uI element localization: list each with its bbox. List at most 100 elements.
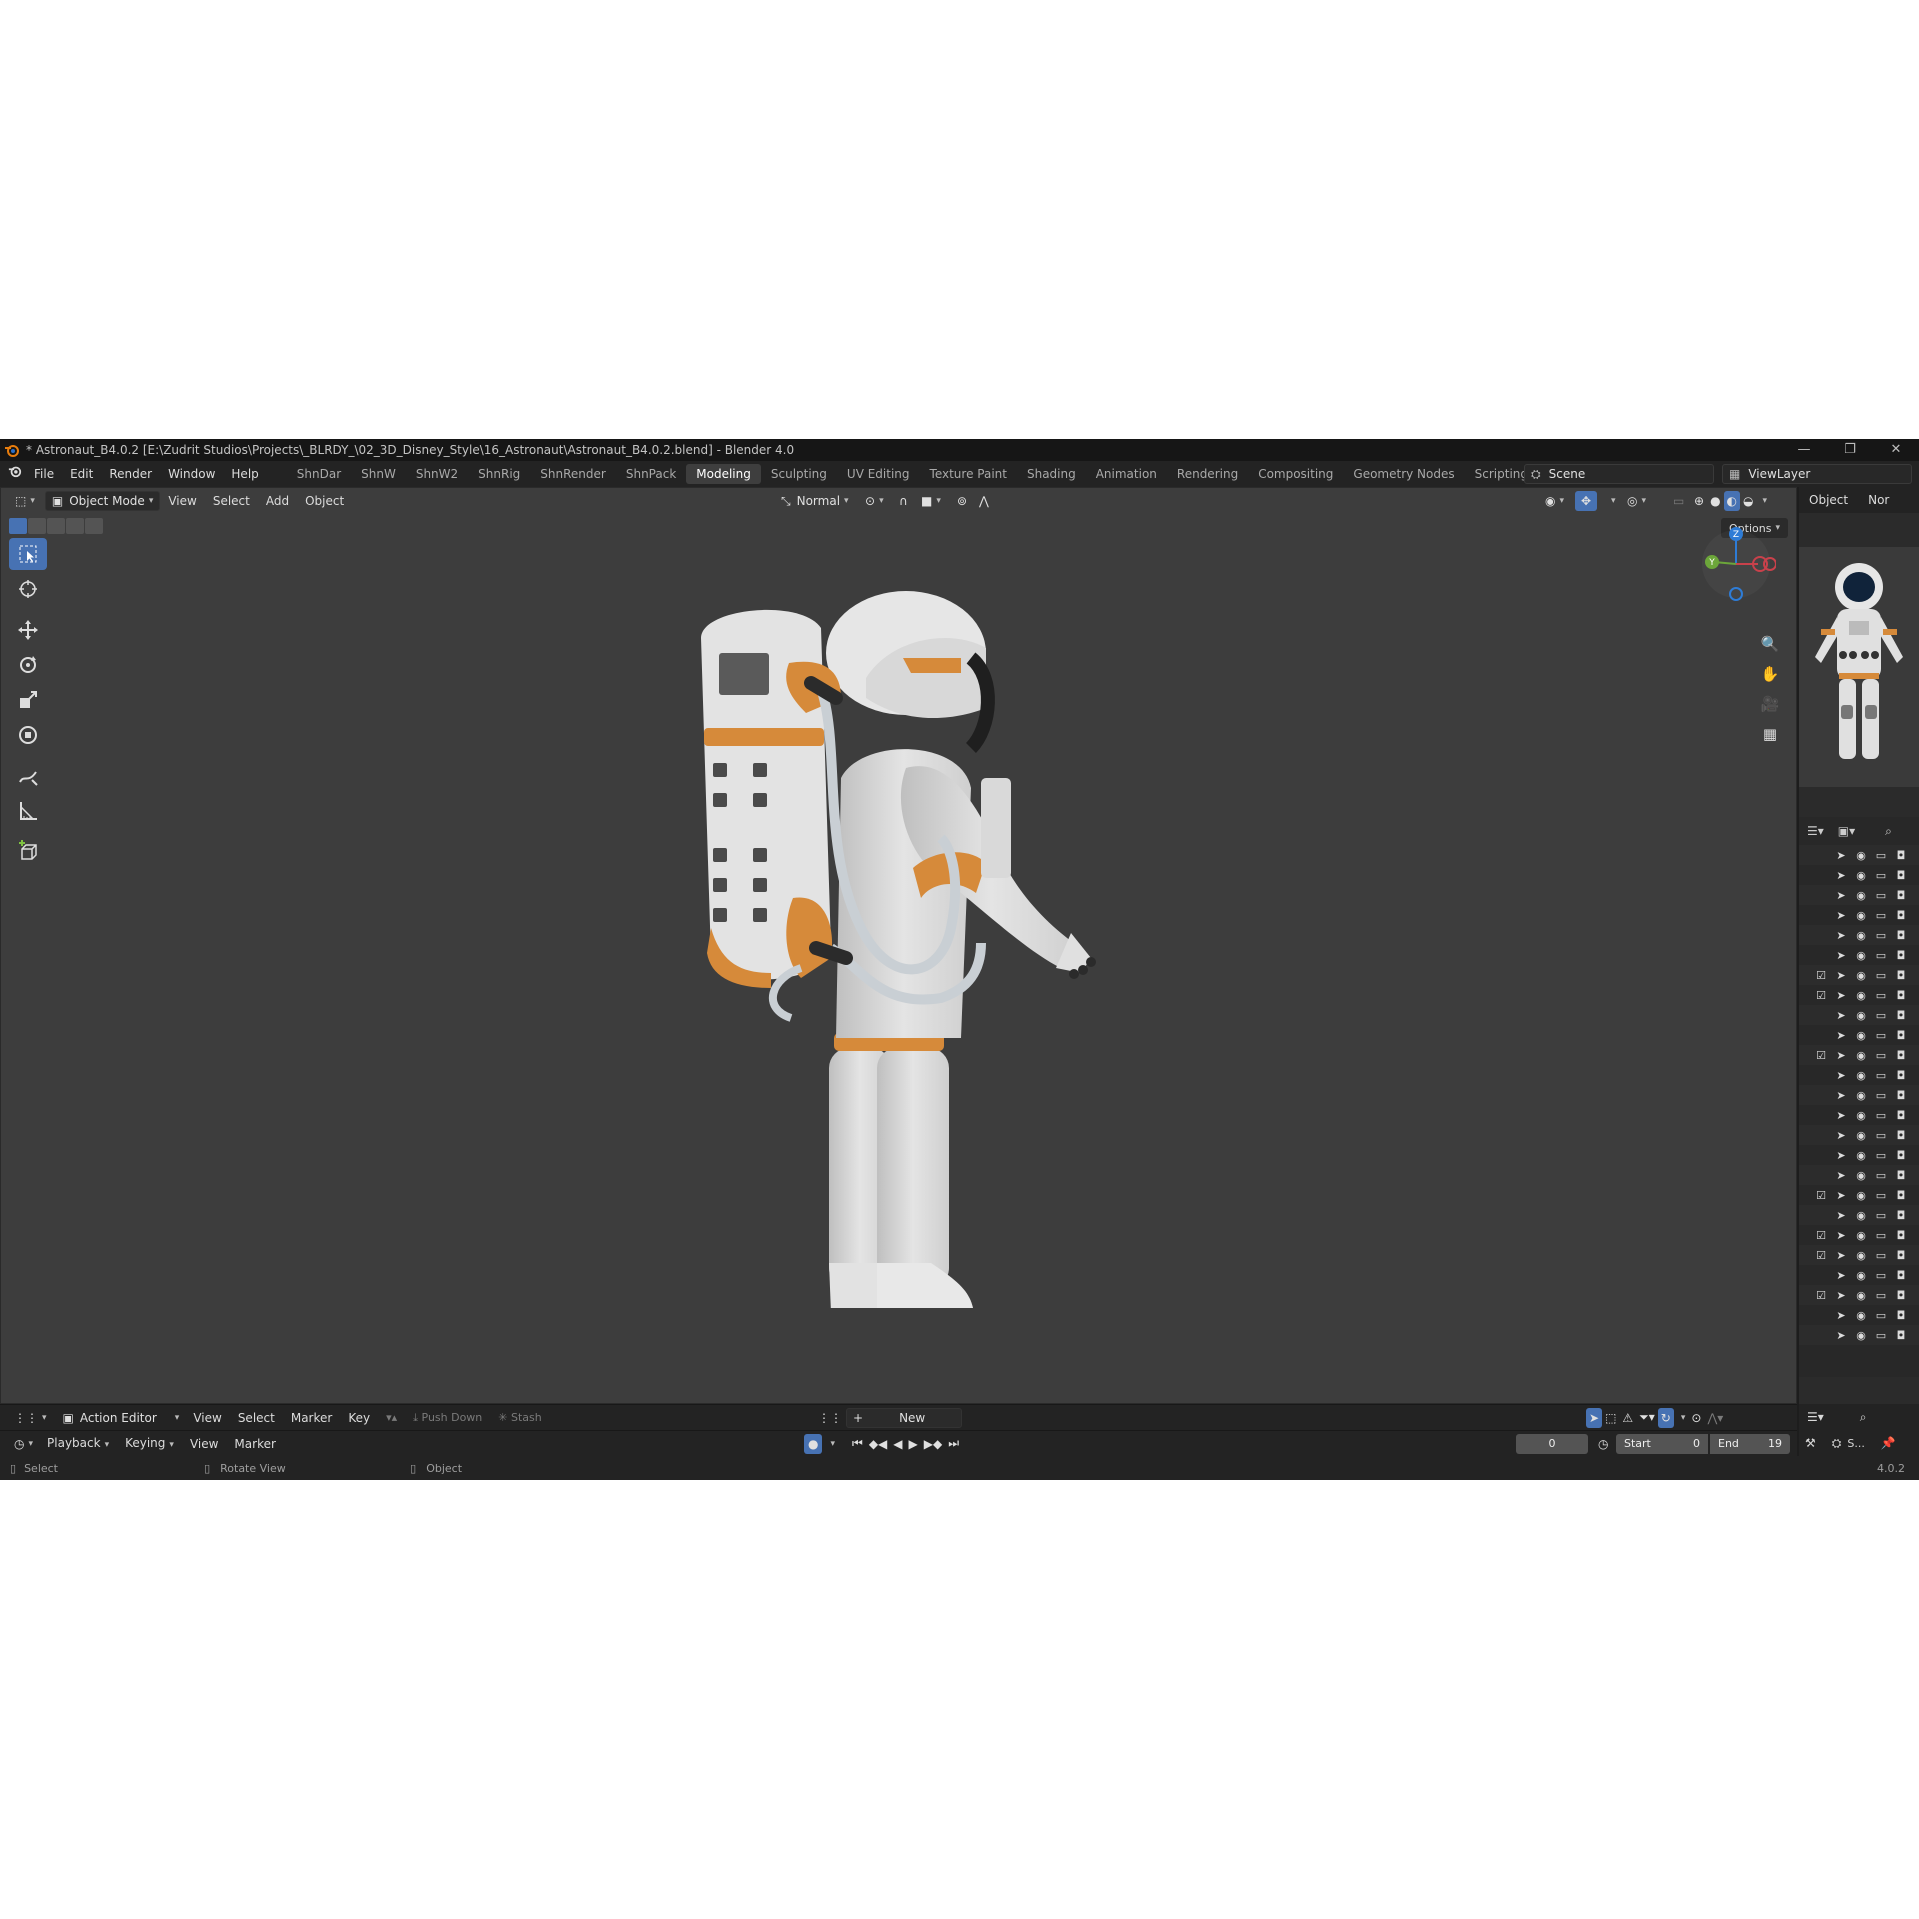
outliner-row[interactable]: ☑ ➤ ◉ ▭ ◘: [1799, 1185, 1919, 1205]
selectable-arrow-icon[interactable]: ➤: [1831, 1285, 1851, 1305]
outliner-row[interactable]: ➤ ◉ ▭ ◘: [1799, 925, 1919, 945]
falloff-curve-icon[interactable]: ⋀▾: [1704, 1408, 1726, 1428]
outliner-row[interactable]: ➤ ◉ ▭ ◘: [1799, 1085, 1919, 1105]
eye-icon[interactable]: ◉: [1851, 925, 1871, 945]
navigation-gizmo[interactable]: Z Y: [1696, 524, 1776, 604]
jump-end-icon[interactable]: ⏭: [945, 1434, 962, 1454]
rendered-shading-icon[interactable]: ◒: [1740, 491, 1756, 511]
outliner-row[interactable]: ☑ ➤ ◉ ▭ ◘: [1799, 965, 1919, 985]
monitor-icon[interactable]: ▭: [1871, 925, 1891, 945]
eye-icon[interactable]: ◉: [1851, 1065, 1871, 1085]
checkbox-icon[interactable]: [1811, 1265, 1831, 1285]
checkbox-icon[interactable]: ☑: [1811, 1045, 1831, 1065]
filter-icon[interactable]: ▣▾: [1838, 824, 1855, 838]
workspace-tab-compositing[interactable]: Compositing: [1248, 464, 1343, 484]
action-menu-key[interactable]: Key: [340, 1405, 378, 1431]
checkbox-icon[interactable]: ☑: [1811, 1225, 1831, 1245]
outliner-row[interactable]: ➤ ◉ ▭ ◘: [1799, 945, 1919, 965]
monitor-icon[interactable]: ▭: [1871, 1185, 1891, 1205]
monitor-icon[interactable]: ▭: [1871, 905, 1891, 925]
camera-icon[interactable]: ◘: [1891, 1245, 1911, 1265]
proportional-editing-icon[interactable]: ⊙: [1688, 1408, 1704, 1428]
snap-toggle[interactable]: ∩: [893, 491, 914, 511]
checkbox-icon[interactable]: [1811, 925, 1831, 945]
workspace-tab-shnpack[interactable]: ShnPack: [616, 464, 686, 484]
camera-icon[interactable]: ◘: [1891, 1105, 1911, 1125]
monitor-icon[interactable]: ▭: [1871, 865, 1891, 885]
astronaut-model[interactable]: [641, 548, 1161, 1308]
select-subtract-icon[interactable]: [47, 518, 65, 534]
end-frame-field[interactable]: End 19: [1710, 1433, 1790, 1454]
properties-search-icon[interactable]: ⌕: [1860, 1410, 1867, 1425]
pivot-point-dropdown[interactable]: ⊙ ▾: [859, 491, 890, 511]
outliner-row[interactable]: ☑ ➤ ◉ ▭ ◘: [1799, 1225, 1919, 1245]
selectable-arrow-icon[interactable]: ➤: [1831, 1305, 1851, 1325]
select-extend-icon[interactable]: [28, 518, 46, 534]
selectable-arrow-icon[interactable]: ➤: [1831, 1165, 1851, 1185]
camera-icon[interactable]: ◘: [1891, 945, 1911, 965]
blender-menu-icon[interactable]: [0, 461, 26, 487]
checkbox-icon[interactable]: [1811, 1065, 1831, 1085]
camera-icon[interactable]: ◘: [1891, 905, 1911, 925]
selectable-arrow-icon[interactable]: ➤: [1831, 1325, 1851, 1345]
action-menu-select[interactable]: Select: [230, 1405, 283, 1431]
filter-funnel-icon[interactable]: ⏷▾: [1636, 1408, 1658, 1428]
select-invert-icon[interactable]: [66, 518, 84, 534]
monitor-icon[interactable]: ▭: [1871, 1225, 1891, 1245]
checkbox-icon[interactable]: [1811, 1145, 1831, 1165]
monitor-icon[interactable]: ▭: [1871, 1145, 1891, 1165]
grid-view-icon[interactable]: ▦: [1758, 722, 1782, 746]
selectable-arrow-icon[interactable]: ➤: [1831, 905, 1851, 925]
play-icon[interactable]: ▶: [906, 1434, 921, 1454]
outliner-row[interactable]: ➤ ◉ ▭ ◘: [1799, 1125, 1919, 1145]
selectable-arrow-icon[interactable]: ➤: [1831, 1065, 1851, 1085]
mode-dropdown[interactable]: ▣ Object Mode ▾: [44, 491, 161, 511]
eye-icon[interactable]: ◉: [1851, 1025, 1871, 1045]
outliner-row[interactable]: ➤ ◉ ▭ ◘: [1799, 1145, 1919, 1165]
eye-icon[interactable]: ◉: [1851, 1125, 1871, 1145]
pin-icon[interactable]: 📌: [1881, 1436, 1896, 1450]
camera-icon[interactable]: ◘: [1891, 925, 1911, 945]
monitor-icon[interactable]: ▭: [1871, 1245, 1891, 1265]
falloff-dropdown[interactable]: ⋀: [973, 491, 995, 511]
outliner-row[interactable]: ➤ ◉ ▭ ◘: [1799, 1325, 1919, 1345]
monitor-icon[interactable]: ▭: [1871, 1325, 1891, 1345]
3d-viewport[interactable]: ⬚ ▾ ▣ Object Mode ▾ View Select Add Object…: [0, 487, 1797, 1404]
editor-type-button[interactable]: ⬚ ▾: [9, 491, 41, 511]
monitor-icon[interactable]: ▭: [1871, 1085, 1891, 1105]
eye-icon[interactable]: ◉: [1851, 1265, 1871, 1285]
outliner-row[interactable]: ☑ ➤ ◉ ▭ ◘: [1799, 985, 1919, 1005]
cursor-tool[interactable]: [9, 573, 47, 605]
timeline-menu-playback[interactable]: Playback ▾: [39, 1430, 117, 1458]
eye-icon[interactable]: ◉: [1851, 1285, 1871, 1305]
workspace-tab-animation[interactable]: Animation: [1086, 464, 1167, 484]
workspace-tab-rendering[interactable]: Rendering: [1167, 464, 1248, 484]
select-box-tool[interactable]: [9, 538, 47, 570]
xray-toggle[interactable]: ▭: [1667, 491, 1690, 511]
menu-edit[interactable]: Edit: [62, 461, 101, 487]
start-frame-field[interactable]: Start 0: [1616, 1433, 1708, 1454]
camera-icon[interactable]: ◘: [1891, 1185, 1911, 1205]
shading-options-icon[interactable]: ▾: [1757, 491, 1770, 511]
monitor-icon[interactable]: ▭: [1871, 1125, 1891, 1145]
camera-icon[interactable]: ◘: [1891, 1085, 1911, 1105]
menu-render[interactable]: Render: [101, 461, 160, 487]
selectable-arrow-icon[interactable]: ➤: [1831, 1045, 1851, 1065]
timeline-menu-keying[interactable]: Keying ▾: [117, 1430, 182, 1458]
monitor-icon[interactable]: ▭: [1871, 1065, 1891, 1085]
checkbox-icon[interactable]: [1811, 1205, 1831, 1225]
checkbox-icon[interactable]: ☑: [1811, 1245, 1831, 1265]
camera-icon[interactable]: ◘: [1891, 1165, 1911, 1185]
eye-icon[interactable]: ◉: [1851, 985, 1871, 1005]
eye-icon[interactable]: ◉: [1851, 1205, 1871, 1225]
transform-orientation-dropdown[interactable]: ⤡ Normal ▾: [775, 491, 855, 511]
eye-icon[interactable]: ◉: [1851, 905, 1871, 925]
current-frame-field[interactable]: 0: [1516, 1433, 1588, 1454]
snap-target-dropdown[interactable]: ■ ▾: [915, 491, 947, 511]
camera-icon[interactable]: ◘: [1891, 845, 1911, 865]
proportional-edit-toggle[interactable]: ⊚: [951, 491, 973, 511]
solid-shading-icon[interactable]: ●: [1707, 491, 1723, 511]
tool-settings-icon[interactable]: ⚒: [1805, 1436, 1816, 1450]
selectable-arrow-icon[interactable]: ➤: [1831, 945, 1851, 965]
checkbox-icon[interactable]: ☑: [1811, 1285, 1831, 1305]
